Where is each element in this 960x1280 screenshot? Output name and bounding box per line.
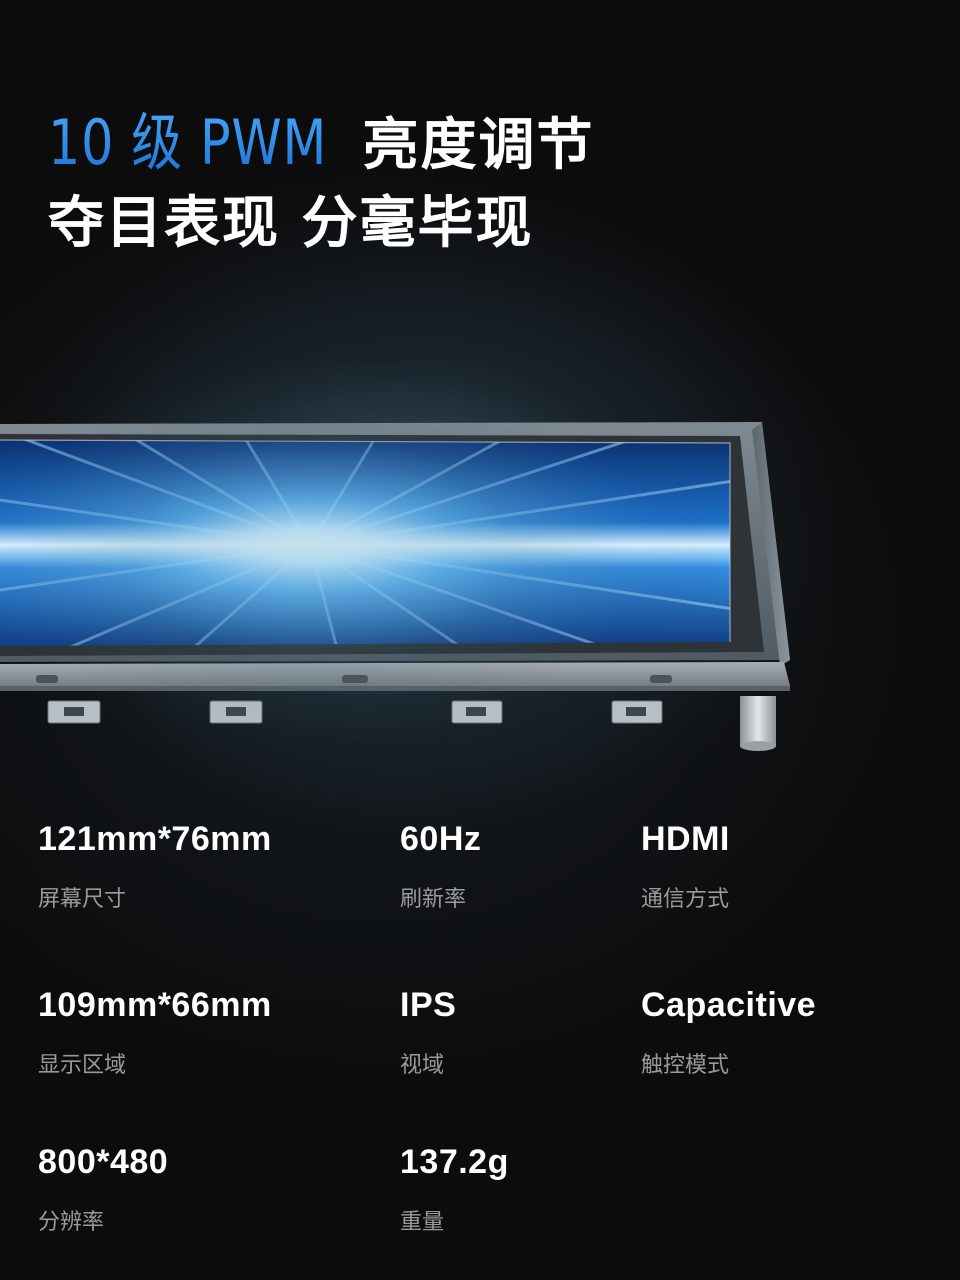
spec-value: Capacitive (641, 986, 817, 1024)
spec-label: 通信方式 (641, 887, 730, 912)
spec-label: 视域 (400, 1053, 445, 1078)
spec-value: 121mm*76mm (38, 820, 272, 858)
spec-value: IPS (400, 986, 457, 1024)
spec-label: 分辨率 (38, 1210, 105, 1235)
headline-line-2: 夺目表现 分毫毕现 (48, 178, 595, 259)
spec-value: HDMI (641, 820, 730, 858)
spec-label: 显示区域 (38, 1053, 127, 1078)
headline-title: 亮度调节 (362, 113, 595, 178)
spec-value: 137.2g (400, 1143, 509, 1181)
spec-label: 重量 (400, 1210, 445, 1235)
spec-value: 60Hz (400, 820, 482, 858)
spec-label: 刷新率 (400, 887, 467, 912)
spec-label: 屏幕尺寸 (38, 887, 127, 912)
headline: 10 级 PWM 亮度调节 夺目表现 分毫毕现 (48, 92, 595, 259)
spec-item-touch-mode: Capacitive 触控模式 (641, 986, 816, 1079)
headline-accent: 10 级 PWM (48, 92, 327, 182)
spec-item-refresh-rate: 60Hz 刷新率 (400, 820, 481, 913)
display-module-image (0, 250, 960, 870)
spec-label: 触控模式 (641, 1053, 730, 1078)
spec-item-screen-size: 121mm*76mm 屏幕尺寸 (38, 820, 272, 913)
spec-item-weight: 137.2g 重量 (400, 1143, 509, 1236)
spec-item-resolution: 800*480 分辨率 (38, 1143, 168, 1236)
headline-subtitle: 夺目表现 分毫毕现 (48, 191, 534, 256)
spec-item-display-area: 109mm*66mm 显示区域 (38, 986, 272, 1079)
display-module-illustration (0, 422, 790, 751)
spec-value: 109mm*66mm (38, 986, 272, 1024)
product-page: 10 级 PWM 亮度调节 夺目表现 分毫毕现 121mm*76mm 屏幕尺寸 … (0, 0, 960, 1280)
spec-item-viewing: IPS 视域 (400, 986, 456, 1079)
spec-item-interface: HDMI 通信方式 (641, 820, 730, 913)
headline-line-1: 10 级 PWM 亮度调节 (48, 92, 595, 179)
spec-value: 800*480 (38, 1143, 169, 1181)
